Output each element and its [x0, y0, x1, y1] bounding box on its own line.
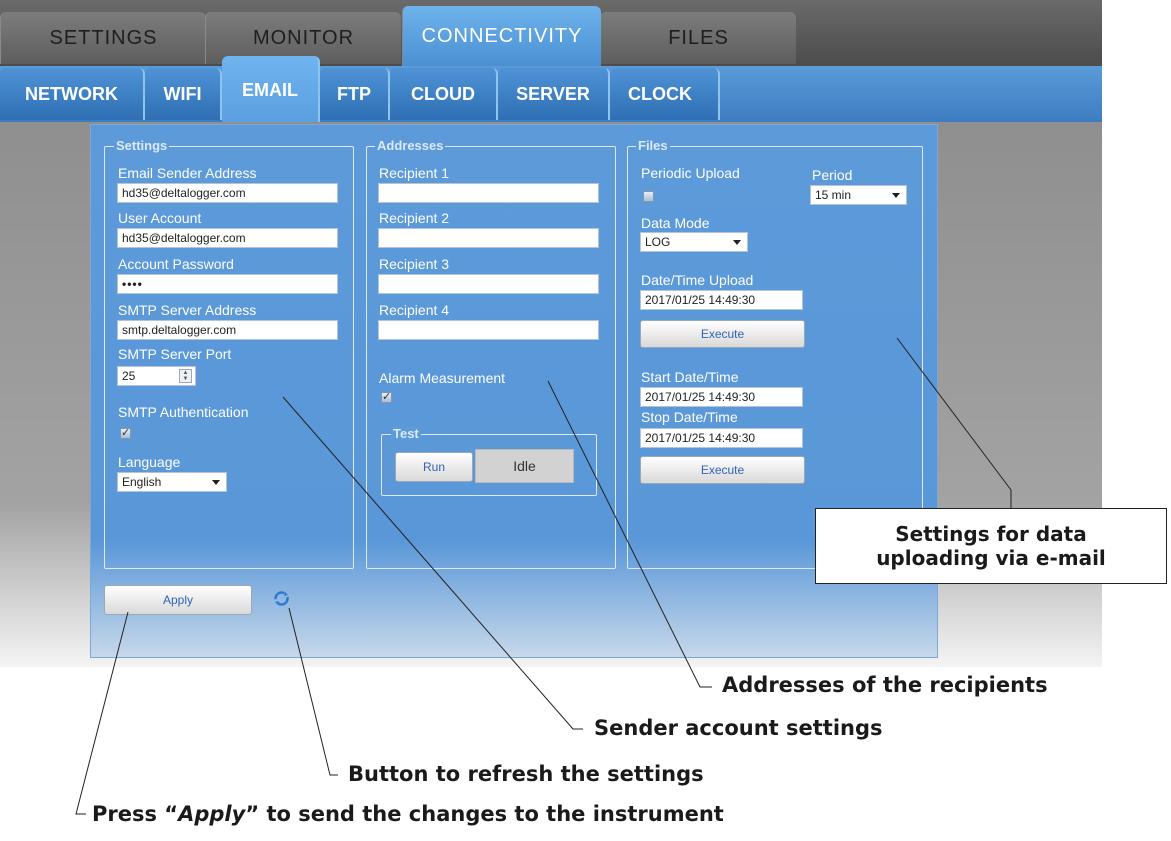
upload-settings-callout: Settings for data uploading via e-mail — [815, 508, 1167, 584]
apply-callout-word: Apply — [178, 802, 246, 826]
tab-connectivity-label: CONNECTIVITY — [421, 24, 583, 47]
recipients-callout: Addresses of the recipients — [722, 673, 1048, 697]
apply-callout-post: ” to send the changes to the instrument — [245, 802, 724, 826]
apply-callout-pre: Press “ — [92, 802, 179, 826]
upload-callout-line1: Settings for data — [895, 522, 1087, 546]
callout-leader-lines — [75, 337, 1012, 815]
upload-callout-line2: uploading via e-mail — [876, 546, 1106, 570]
sender-callout: Sender account settings — [594, 716, 883, 740]
refresh-callout: Button to refresh the settings — [348, 762, 704, 786]
apply-callout: Press “Apply” to send the changes to the… — [92, 802, 724, 826]
tab-connectivity[interactable]: CONNECTIVITY — [402, 6, 601, 66]
